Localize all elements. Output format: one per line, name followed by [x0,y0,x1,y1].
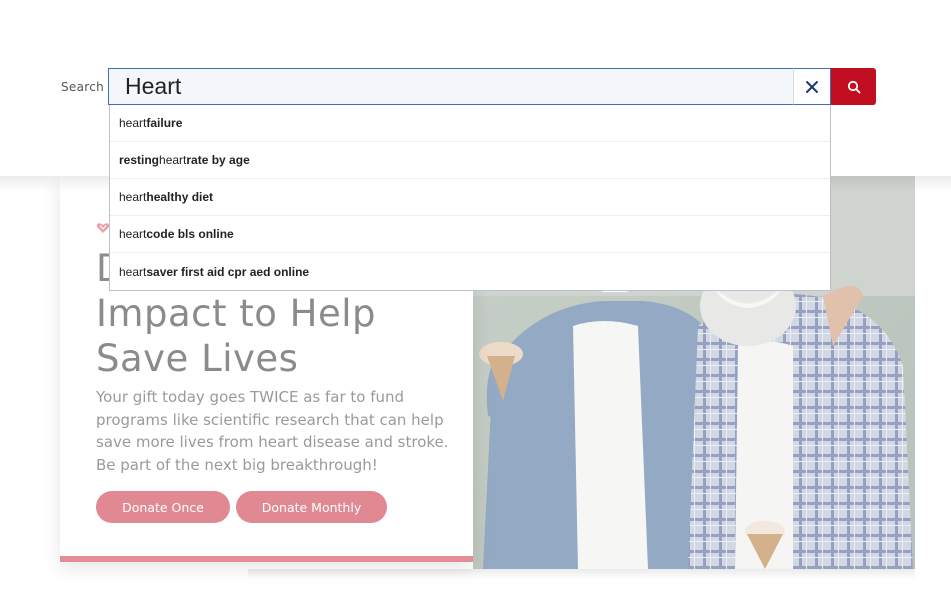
close-icon [806,80,818,93]
search-submit-button[interactable] [831,68,876,105]
suggestion-item[interactable]: heart code bls online [110,216,830,253]
heart-logo-icon [96,223,110,233]
donate-once-button[interactable]: Donate Once [96,491,230,523]
donate-monthly-button[interactable]: Donate Monthly [236,491,387,523]
hero-title-line: Save Lives [96,337,299,380]
suggestion-item[interactable]: heart healthy diet [110,179,830,216]
clear-search-button[interactable] [793,68,831,105]
hero-shadow [248,569,915,579]
suggestion-item[interactable]: heart saver first aid cpr aed online [110,253,830,290]
hero-card-accent-bar [60,556,473,562]
search-input[interactable] [108,68,794,105]
search-suggestions: heart failure resting heart rate by age … [109,105,831,291]
search-icon [847,80,860,93]
suggestion-item[interactable]: resting heart rate by age [110,142,830,179]
hero-description: Your gift today goes TWICE as far to fun… [96,388,449,474]
suggestion-item[interactable]: heart failure [110,105,830,142]
search-label: Search [61,80,105,94]
hero-title-line: Impact to Help [96,292,376,335]
